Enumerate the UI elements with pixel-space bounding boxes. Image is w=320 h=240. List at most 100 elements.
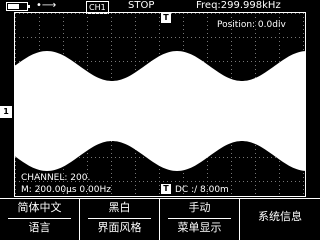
waveform-screen[interactable]: T Position: 0.0div CHANNEL: 200. M: 200.… [14,12,306,197]
grid-dot [219,181,220,182]
grid-dot [255,173,256,174]
grid-dot [135,69,136,70]
grid-dot [159,177,160,178]
grid-dot [15,157,16,158]
grid-dot [243,13,244,14]
grid-dot [207,33,208,34]
grid-dot [15,161,16,162]
grid-dot [87,45,88,46]
grid-dot [295,181,296,182]
grid-dot [239,37,240,38]
grid-dot [255,13,256,14]
grid-dot [99,61,100,62]
grid-dot [207,29,208,30]
grid-dot [215,37,216,38]
grid-dot [211,157,212,158]
grid-dot [255,17,256,18]
run-state[interactable]: STOP [128,0,154,11]
grid-dot [231,157,232,158]
grid-dot [255,33,256,34]
grid-dot [87,69,88,70]
grid-dot [287,37,288,38]
grid-dot [231,185,232,186]
grid-dot [291,13,292,14]
grid-dot [87,41,88,42]
grid-dot [267,37,268,38]
grid-dot [63,25,64,26]
menu-menu-display[interactable]: 手动 菜单显示 [160,199,240,240]
grid-dot [231,181,232,182]
grid-dot [259,13,260,14]
grid-dot [255,189,256,190]
position-readout: Position: 0.0div [217,20,286,30]
grid-dot [111,21,112,22]
grid-dot [255,149,256,150]
grid-dot [111,69,112,70]
grid-dot [151,13,152,14]
grid-dot [115,157,116,158]
grid-dot [183,173,184,174]
grid-dot [259,37,260,38]
battery-icon [6,2,30,11]
grid-dot [279,185,280,186]
grid-dot [207,13,208,14]
grid-dot [103,13,104,14]
grid-dot [211,37,212,38]
grid-dot [207,57,208,58]
grid-dot [231,161,232,162]
grid-dot [111,45,112,46]
grid-dot [303,181,304,182]
grid-dot [195,13,196,14]
grid-dot [83,37,84,38]
grid-dot [119,181,120,182]
grid-dot [99,37,100,38]
grid-dot [255,145,256,146]
grid-dot [187,181,188,182]
grid-dot [227,61,228,62]
grid-dot [83,13,84,14]
grid-dot [35,13,36,14]
grid-dot [123,157,124,158]
grid-dot [111,157,112,158]
grid-dot [111,189,112,190]
grid-dot [63,13,64,14]
grid-dot [15,189,16,190]
menu-language[interactable]: 简体中文 语言 [0,199,80,240]
grid-dot [119,37,120,38]
grid-dot [227,37,228,38]
grid-dot [59,37,60,38]
menu-system-info[interactable]: 系统信息 [240,199,320,240]
grid-dot [87,13,88,14]
grid-dot [223,37,224,38]
grid-dot [135,153,136,154]
grid-dot [119,157,120,158]
grid-dot [87,49,88,50]
trigger-position-marker[interactable]: T [161,13,171,23]
grid-dot [223,61,224,62]
grid-dot [287,181,288,182]
grid-dot [303,37,304,38]
grid-dot [111,17,112,18]
grid-dot [39,29,40,30]
grid-dot [211,181,212,182]
grid-dot [183,181,184,182]
grid-dot [143,37,144,38]
channel-marker[interactable]: 1 [0,106,12,118]
grid-dot [255,65,256,66]
grid-dot [19,37,20,38]
grid-dot [135,177,136,178]
grid-dot [207,25,208,26]
grid-dot [255,169,256,170]
grid-dot [219,61,220,62]
grid-dot [163,181,164,182]
grid-dot [91,61,92,62]
menu-ui-style[interactable]: 黑白 界面风格 [80,199,160,240]
grid-dot [39,17,40,18]
grid-dot [155,37,156,38]
grid-dot [67,37,68,38]
grid-dot [227,13,228,14]
grid-dot [227,181,228,182]
grid-dot [159,29,160,30]
grid-dot [15,41,16,42]
grid-dot [135,57,136,58]
